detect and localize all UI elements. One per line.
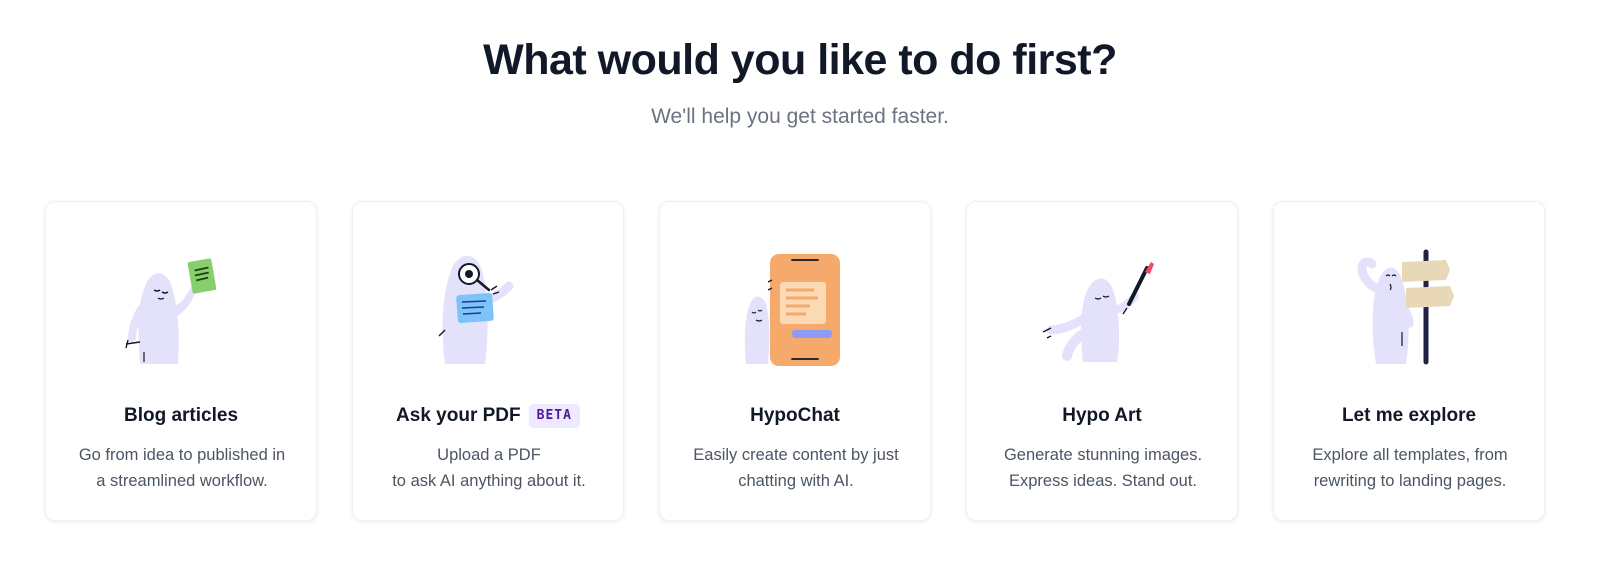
page-title: What would you like to do first? [483,36,1117,84]
pdf-magnifier-illustration-icon [409,246,569,366]
card-title: Hypo Art [967,404,1237,428]
card-description: Explore all templates, from rewriting to… [1284,442,1536,494]
card-title-text: Let me explore [1341,405,1477,426]
signpost-illustration-icon [1330,246,1490,366]
card-let-me-explore[interactable]: Let me explore Explore all templates, fr… [1273,201,1545,521]
card-title: Let me explore [1274,404,1544,428]
card-title-text: Hypo Art [1062,405,1142,426]
card-title-text: Blog articles [123,405,239,426]
card-description: Easily create content by just chatting w… [670,442,922,494]
card-hypochat[interactable]: HypoChat Easily create content by just c… [659,201,931,521]
card-title-text: HypoChat [750,405,840,426]
blog-illustration-icon [102,246,262,366]
card-description: Go from idea to published in a streamlin… [56,442,308,494]
card-title: Ask your PDF BETA [353,404,623,428]
card-title: Blog articles [46,404,316,428]
card-ask-your-pdf[interactable]: Ask your PDF BETA Upload a PDF to ask AI … [352,201,624,521]
card-hypo-art[interactable]: Hypo Art Generate stunning images. Expre… [966,201,1238,521]
card-description-line: chatting with AI. [738,472,854,490]
page-subtitle: We'll help you get started faster. [651,105,949,128]
card-description-line: rewriting to landing pages. [1313,472,1507,490]
card-title-text: Ask your PDF [396,405,521,426]
card-description-line: Express ideas. Stand out. [1008,472,1198,490]
card-description-line: Generate stunning images. [1003,446,1203,464]
option-cards: Blog articles Go from idea to published … [45,201,1555,523]
card-description-line: a streamlined workflow. [96,472,268,490]
beta-badge: BETA [528,404,580,428]
card-description: Generate stunning images. Express ideas.… [977,442,1229,494]
card-description-line: Easily create content by just [693,446,899,464]
card-description-line: Upload a PDF [437,446,541,464]
paintbrush-illustration-icon [1023,246,1183,366]
card-description-line: Explore all templates, from [1312,446,1508,464]
card-description-line: to ask AI anything about it. [392,472,586,490]
card-blog-articles[interactable]: Blog articles Go from idea to published … [45,201,317,521]
chat-phone-illustration-icon [716,246,876,366]
card-description-line: Go from idea to published in [78,446,286,464]
card-title: HypoChat [660,404,930,428]
card-description: Upload a PDF to ask AI anything about it… [363,442,615,494]
